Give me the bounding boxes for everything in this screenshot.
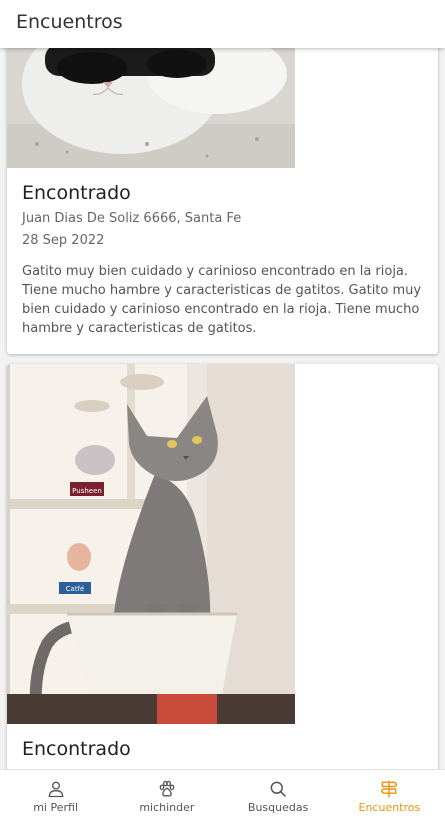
nav-label: Busquedas <box>247 801 309 814</box>
nav-item-busquedas[interactable]: Busquedas <box>223 770 334 816</box>
signpost-icon <box>380 780 398 798</box>
nav-label: mi Perfil <box>33 801 79 814</box>
encounter-card[interactable]: Encontrado Juan Dias De Soliz 6666, Sant… <box>7 48 438 354</box>
nav-item-encuentros[interactable]: Encuentros <box>334 770 445 816</box>
search-icon <box>270 781 287 798</box>
cat-photo <box>7 48 295 168</box>
card-title: Encontrado <box>22 182 131 204</box>
nav-label: Encuentros <box>358 801 421 814</box>
bottom-navigation: mi Perfil michinder Busquedas Encuentros <box>0 769 445 816</box>
card-address: Juan Dias De Soliz 6666, Santa Fe <box>22 211 242 226</box>
encounters-list[interactable]: Encontrado Juan Dias De Soliz 6666, Sant… <box>0 48 445 769</box>
person-icon <box>48 781 63 798</box>
card-title: Encontrado <box>22 738 131 760</box>
nav-label: michinder <box>139 801 195 814</box>
nav-item-mi-perfil[interactable]: mi Perfil <box>0 770 111 816</box>
sticker-label-pusheen: Pusheen <box>72 487 102 495</box>
encounter-card[interactable]: Pusheen Catfé Encontrado <box>7 364 438 769</box>
nav-item-michinder[interactable]: michinder <box>111 770 222 816</box>
page-title: Encuentros <box>16 11 123 33</box>
app-bar: Encuentros <box>0 0 445 48</box>
cat-photo: Pusheen Catfé <box>7 364 295 724</box>
card-description: Gatito muy bien cuidado y carinioso enco… <box>22 264 422 336</box>
card-date: 28 Sep 2022 <box>22 233 105 248</box>
paw-icon <box>159 780 175 797</box>
sticker-label-catfe: Catfé <box>66 585 85 593</box>
